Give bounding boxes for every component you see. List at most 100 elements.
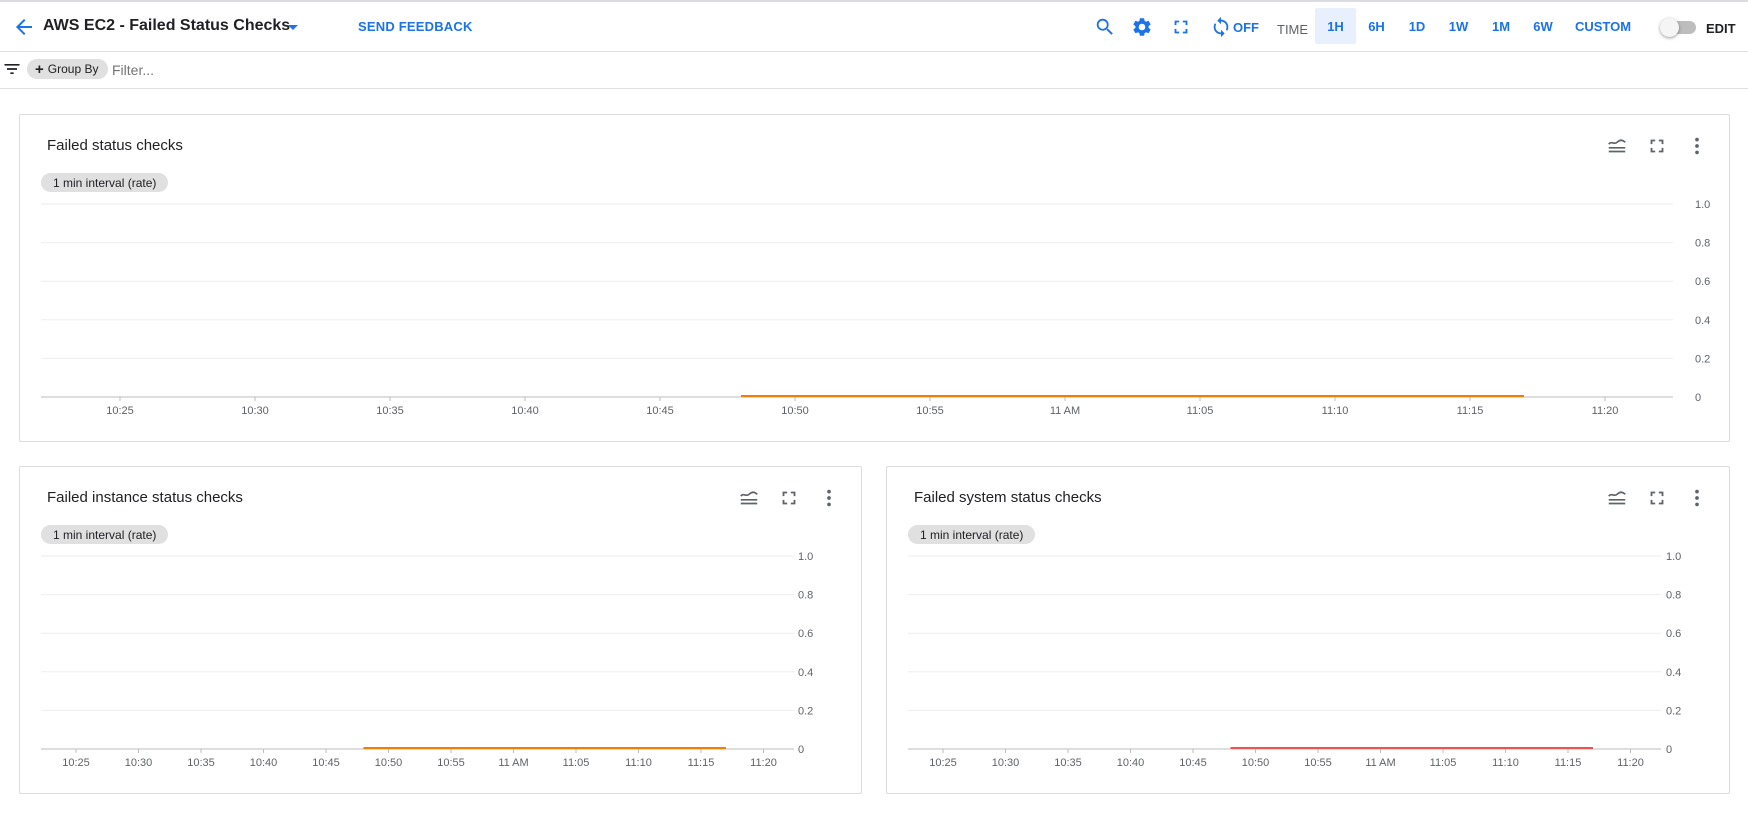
y-tick-label: 0.4: [798, 667, 813, 679]
x-tick-label: 11 AM: [498, 757, 528, 769]
interval-chip: 1 min interval (rate): [908, 525, 1036, 544]
x-tick-label: 10:25: [929, 757, 957, 769]
group-by-label: Group By: [47, 62, 99, 76]
search-icon[interactable]: [1094, 16, 1116, 38]
x-tick-label: 10:45: [1179, 757, 1207, 769]
expand-icon[interactable]: [1646, 487, 1668, 509]
range-6h-button[interactable]: 6H: [1356, 8, 1397, 44]
more-vert-icon[interactable]: [1686, 135, 1708, 157]
chart-failed-system-status-checks: 0 0.2 0.4 0.6 0.8 1.0 10:25 10:30 10:35 10:40 10:4…: [908, 551, 1681, 769]
y-tick-label: 0.8: [798, 590, 813, 602]
chart-failed-instance-status-checks: 0 0.2 0.4 0.6 0.8 1.0 10:25 10:30 10:35 10:40 10:4…: [41, 551, 813, 769]
x-tick-label: 10:55: [1304, 757, 1332, 769]
panel-title: Failed status checks: [47, 137, 183, 154]
x-tick-label: 10:50: [1242, 757, 1270, 769]
y-tick-label: 0.6: [1666, 628, 1681, 640]
y-tick-label: 0.2: [1666, 705, 1681, 717]
plus-icon: +: [35, 60, 44, 78]
interval-chip: 1 min interval (rate): [41, 525, 169, 544]
y-tick-label: 1.0: [1695, 199, 1710, 211]
y-tick-label: 0.4: [1695, 315, 1710, 327]
y-tick-label: 0.8: [1695, 238, 1710, 250]
x-tick-label: 11:15: [1457, 405, 1484, 417]
page-title: AWS EC2 - Failed Status Checks: [43, 17, 291, 34]
range-custom-button[interactable]: CUSTOM: [1566, 8, 1640, 44]
more-vert-icon[interactable]: [1686, 487, 1708, 509]
send-feedback-button[interactable]: SEND FEEDBACK: [358, 19, 473, 34]
x-tick-label: 11:10: [1492, 757, 1519, 769]
x-tick-label: 10:25: [106, 405, 134, 417]
y-tick-label: 0: [1695, 392, 1701, 404]
x-tick-label: 10:30: [125, 757, 153, 769]
x-tick-label: 11:20: [750, 757, 777, 769]
expand-icon[interactable]: [1646, 135, 1668, 157]
y-tick-label: 0.8: [1666, 590, 1681, 602]
range-1d-button[interactable]: 1D: [1397, 8, 1437, 44]
filter-bar: + Group By: [0, 52, 1748, 89]
x-tick-label: 10:40: [250, 757, 278, 769]
x-tick-label: 11:05: [563, 757, 590, 769]
y-tick-label: 0.2: [1695, 353, 1710, 365]
x-tick-label: 11:05: [1430, 757, 1457, 769]
x-tick-label: 10:35: [1054, 757, 1082, 769]
y-tick-label: 0.2: [798, 705, 813, 717]
range-1h-button[interactable]: 1H: [1315, 8, 1356, 44]
panel-failed-status-checks: 0 0.2 0.4 0.6 0.8 1.0 10:25 10:30 10:35 10:40 10:4…: [19, 114, 1730, 442]
panel-title: Failed system status checks: [914, 489, 1102, 506]
x-tick-label: 10:30: [992, 757, 1020, 769]
x-tick-label: 11:15: [688, 757, 715, 769]
x-tick-label: 10:50: [781, 405, 809, 417]
filter-input[interactable]: [112, 57, 612, 83]
x-tick-label: 10:35: [376, 405, 404, 417]
x-tick-label: 10:50: [375, 757, 403, 769]
panel-failed-instance-status-checks: 0 0.2 0.4 0.6 0.8 1.0 10:25 10:30 10:35 10:40 10:4…: [19, 466, 862, 794]
y-tick-label: 0.6: [1695, 276, 1710, 288]
y-tick-label: 0.6: [798, 628, 813, 640]
x-tick-label: 10:55: [437, 757, 465, 769]
fullscreen-icon[interactable]: [1170, 16, 1192, 38]
group-by-button[interactable]: + Group By: [27, 59, 109, 79]
range-1m-button[interactable]: 1M: [1480, 8, 1522, 44]
arrow-left-icon[interactable]: [12, 15, 36, 39]
refresh-icon[interactable]: [1210, 16, 1232, 38]
y-tick-label: 0: [1666, 744, 1672, 756]
y-tick-label: 1.0: [1666, 551, 1681, 563]
filter-icon[interactable]: [2, 59, 22, 79]
caret-down-icon[interactable]: [288, 25, 298, 30]
chart-failed-status-checks: 0 0.2 0.4 0.6 0.8 1.0 10:25 10:30 10:35 10:40 10:4…: [41, 199, 1710, 417]
gear-icon[interactable]: [1131, 16, 1153, 38]
x-tick-label: 11:10: [625, 757, 652, 769]
x-tick-label: 11 AM: [1050, 405, 1080, 417]
x-tick-label: 11:15: [1555, 757, 1582, 769]
x-tick-label: 11:20: [1592, 405, 1619, 417]
x-tick-label: 10:40: [511, 405, 539, 417]
interval-chip: 1 min interval (rate): [41, 173, 169, 192]
legend-icon[interactable]: [738, 487, 760, 509]
legend-icon[interactable]: [1606, 487, 1628, 509]
y-tick-label: 0: [798, 744, 804, 756]
more-vert-icon[interactable]: [818, 487, 840, 509]
range-1w-button[interactable]: 1W: [1437, 8, 1480, 44]
x-tick-label: 11:20: [1617, 757, 1644, 769]
x-tick-label: 11 AM: [1365, 757, 1395, 769]
time-label: TIME: [1277, 22, 1309, 37]
x-tick-label: 10:55: [916, 405, 944, 417]
panel-failed-system-status-checks: 0 0.2 0.4 0.6 0.8 1.0 10:25 10:30 10:35 10:40 10:4…: [886, 466, 1730, 794]
y-tick-label: 0.4: [1666, 667, 1681, 679]
x-tick-label: 10:45: [312, 757, 340, 769]
auto-refresh-status[interactable]: OFF: [1233, 20, 1259, 35]
x-tick-label: 10:35: [187, 757, 215, 769]
expand-icon[interactable]: [778, 487, 800, 509]
range-6w-button[interactable]: 6W: [1522, 8, 1564, 44]
x-tick-label: 11:10: [1322, 405, 1349, 417]
x-tick-label: 10:25: [62, 757, 90, 769]
legend-icon[interactable]: [1606, 135, 1628, 157]
x-tick-label: 10:40: [1117, 757, 1145, 769]
edit-label: EDIT: [1706, 21, 1736, 36]
toggle-knob: [1660, 18, 1679, 37]
panel-title: Failed instance status checks: [47, 489, 243, 506]
y-tick-label: 1.0: [798, 551, 813, 563]
x-tick-label: 10:30: [241, 405, 269, 417]
edit-toggle[interactable]: [1660, 18, 1698, 37]
x-tick-label: 10:45: [646, 405, 674, 417]
